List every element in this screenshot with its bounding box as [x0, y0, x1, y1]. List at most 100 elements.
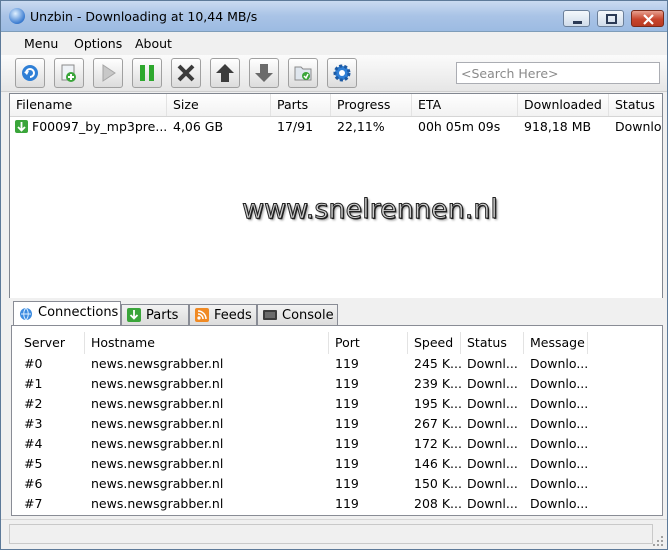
tab-console[interactable]: Console — [257, 304, 338, 325]
tab-parts-label: Parts — [146, 308, 179, 323]
connection-row[interactable]: #5 news.newsgrabber.nl 119 146 K... Downl...… — [18, 454, 658, 474]
menu-menu[interactable]: Menu — [24, 36, 58, 51]
connection-row[interactable]: #0 news.newsgrabber.nl 119 245 K... Downl...… — [18, 354, 658, 374]
console-icon — [263, 310, 277, 320]
downloads-list[interactable]: Filename Size Parts Progress ETA Downloa… — [9, 93, 663, 300]
connection-status: Downl... — [467, 456, 518, 471]
connection-status: Downl... — [467, 396, 518, 411]
connection-row[interactable]: #4 news.newsgrabber.nl 119 172 K... Downl...… — [18, 434, 658, 454]
connection-speed: 239 K... — [414, 376, 461, 391]
tab-feeds-label: Feeds — [214, 308, 252, 323]
connection-speed: 150 K... — [414, 476, 461, 491]
connection-hostname: news.newsgrabber.nl — [91, 356, 224, 371]
col-status[interactable]: Status — [609, 94, 662, 116]
delete-button[interactable] — [171, 58, 201, 88]
app-logo-icon — [9, 8, 25, 24]
delete-icon — [177, 64, 195, 82]
download-progress: 22,11% — [337, 119, 385, 134]
col-size[interactable]: Size — [167, 94, 271, 116]
maximize-icon — [606, 14, 617, 24]
connection-message: Downlo... — [530, 496, 588, 511]
status-bar — [1, 519, 667, 549]
download-arrow-icon — [127, 308, 141, 322]
col-port[interactable]: Port — [329, 332, 408, 354]
connection-server: #7 — [24, 496, 43, 511]
title-bar[interactable]: Unzbin - Downloading at 10,44 MB/s — [1, 1, 667, 32]
connection-server: #1 — [24, 376, 43, 391]
col-speed[interactable]: Speed — [408, 332, 461, 354]
connection-hostname: news.newsgrabber.nl — [91, 376, 224, 391]
connection-status: Downl... — [467, 416, 518, 431]
col-progress[interactable]: Progress — [331, 94, 412, 116]
download-size: 4,06 GB — [173, 119, 224, 134]
connection-server: #6 — [24, 476, 43, 491]
move-down-button[interactable] — [249, 58, 279, 88]
open-folder-button[interactable] — [288, 58, 318, 88]
connection-port: 119 — [335, 496, 359, 511]
menu-options[interactable]: Options — [74, 36, 122, 51]
connections-list[interactable]: Server Hostname Port Speed Status Messag… — [18, 332, 662, 515]
col-eta[interactable]: ETA — [412, 94, 518, 116]
download-parts: 17/91 — [277, 119, 314, 134]
refresh-icon — [22, 65, 38, 81]
play-icon — [102, 64, 116, 82]
minimize-button[interactable] — [563, 10, 590, 27]
connection-hostname: news.newsgrabber.nl — [91, 396, 224, 411]
maximize-button[interactable] — [597, 10, 624, 27]
connection-row[interactable]: #7 news.newsgrabber.nl 119 208 K... Downl...… — [18, 494, 658, 514]
connection-row[interactable]: #2 news.newsgrabber.nl 119 195 K... Downl...… — [18, 394, 658, 414]
col-filename[interactable]: Filename — [10, 94, 167, 116]
connection-port: 119 — [335, 396, 359, 411]
minimize-icon — [573, 21, 582, 24]
col-parts[interactable]: Parts — [271, 94, 331, 116]
connection-port: 119 — [335, 416, 359, 431]
connection-server: #0 — [24, 356, 43, 371]
connection-status: Downl... — [467, 436, 518, 451]
downloads-header: Filename Size Parts Progress ETA Downloa… — [10, 94, 662, 117]
tab-feeds[interactable]: Feeds — [189, 304, 257, 325]
tab-parts[interactable]: Parts — [121, 304, 189, 325]
play-button[interactable] — [93, 58, 123, 88]
refresh-button[interactable] — [15, 58, 45, 88]
close-button[interactable] — [631, 10, 664, 27]
search-input[interactable] — [456, 62, 660, 84]
connection-hostname: news.newsgrabber.nl — [91, 476, 224, 491]
download-eta: 00h 05m 09s — [418, 119, 501, 134]
menu-bar: Menu Options About — [1, 32, 667, 54]
connection-speed: 146 K... — [414, 456, 461, 471]
tab-strip: Connections Parts Feeds Console — [13, 301, 663, 325]
globe-icon — [20, 307, 32, 321]
connection-server: #2 — [24, 396, 43, 411]
col-message[interactable]: Message — [524, 332, 588, 354]
connection-hostname: news.newsgrabber.nl — [91, 436, 224, 451]
open-folder-icon — [294, 66, 312, 81]
connection-row[interactable]: #1 news.newsgrabber.nl 119 239 K... Downl...… — [18, 374, 658, 394]
pause-icon — [140, 65, 154, 81]
add-nzb-button[interactable] — [54, 58, 84, 88]
download-status: Downloa — [615, 119, 662, 134]
col-conn-status[interactable]: Status — [461, 332, 524, 354]
connection-row[interactable]: #3 news.newsgrabber.nl 119 267 K... Downl...… — [18, 414, 658, 434]
col-hostname[interactable]: Hostname — [85, 332, 329, 354]
pause-button[interactable] — [132, 58, 162, 88]
download-row[interactable]: F00097_by_mp3pre... 4,06 GB 17/91 22,11%… — [10, 117, 662, 137]
tab-connections[interactable]: Connections — [13, 301, 121, 325]
connection-port: 119 — [335, 376, 359, 391]
col-server[interactable]: Server — [18, 332, 85, 354]
connection-message: Downlo... — [530, 396, 588, 411]
connection-port: 119 — [335, 436, 359, 451]
connection-row[interactable]: #6 news.newsgrabber.nl 119 150 K... Downl...… — [18, 474, 658, 494]
menu-about[interactable]: About — [135, 36, 172, 51]
connection-status: Downl... — [467, 496, 518, 511]
connection-server: #5 — [24, 456, 43, 471]
col-downloaded[interactable]: Downloaded — [518, 94, 609, 116]
move-up-button[interactable] — [210, 58, 240, 88]
move-up-icon — [216, 64, 234, 82]
connection-message: Downlo... — [530, 456, 588, 471]
connection-server: #3 — [24, 416, 43, 431]
resize-grip-icon[interactable] — [653, 536, 663, 546]
connection-speed: 267 K... — [414, 416, 461, 431]
status-panel — [9, 524, 653, 544]
settings-button[interactable] — [327, 58, 357, 88]
connection-speed: 195 K... — [414, 396, 461, 411]
